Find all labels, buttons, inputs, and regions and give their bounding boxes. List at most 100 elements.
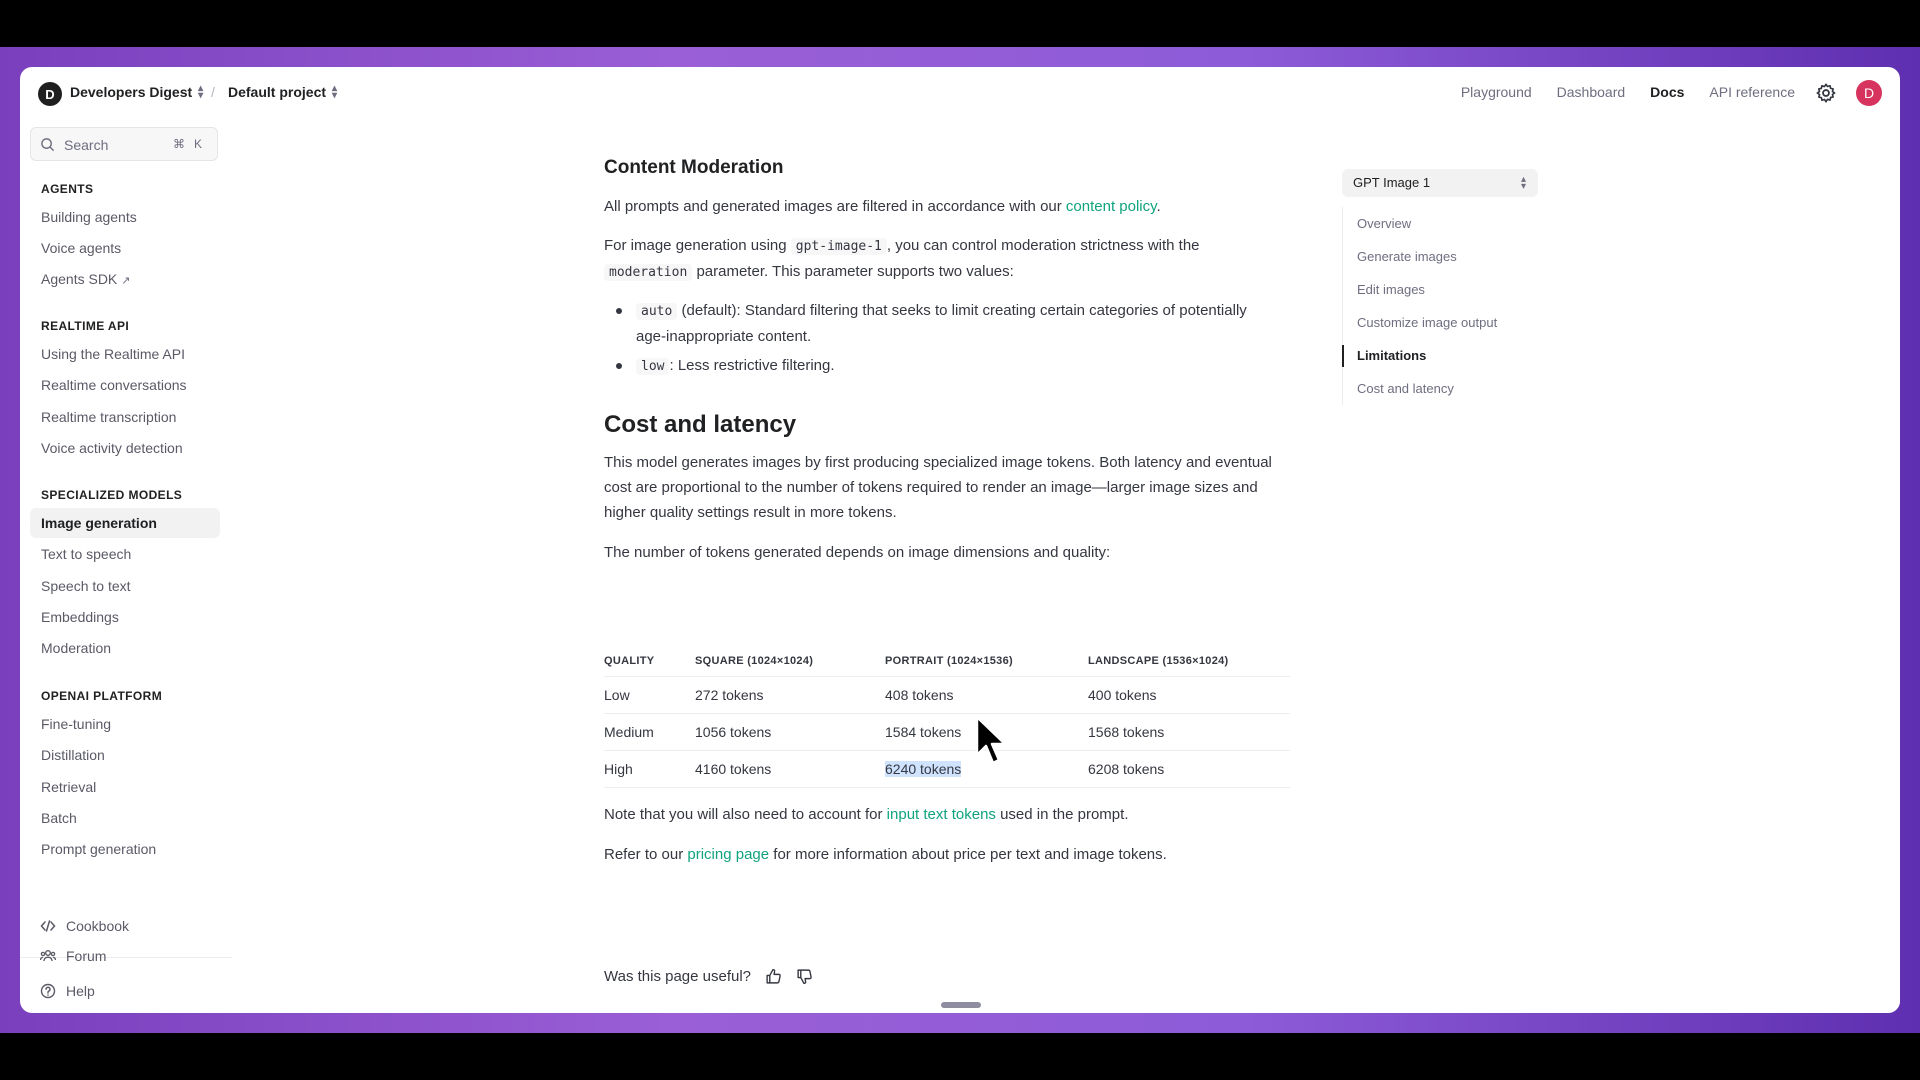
people-icon [40, 950, 56, 962]
toc-item-cost-and-latency[interactable]: Cost and latency [1343, 372, 1543, 405]
text: (default): Standard filtering that seeks… [636, 302, 1247, 345]
nav-playground[interactable]: Playground [1461, 84, 1532, 100]
table-cell: 4160 tokens [695, 750, 885, 788]
sidebar-item-agents-sdk[interactable]: Agents SDK ↗ [30, 264, 220, 294]
model-select[interactable]: GPT Image 1 ▴ ▾ [1342, 169, 1538, 197]
toc-item-edit-images[interactable]: Edit images [1343, 273, 1543, 306]
selected-text[interactable]: 6240 tokens [885, 761, 962, 777]
text: used in the prompt. [995, 806, 1129, 823]
sidebar-item-moderation[interactable]: Moderation [30, 633, 220, 663]
input-text-tokens-link[interactable]: input text tokens [887, 806, 996, 823]
sidebar-item-image-generation[interactable]: Image generation [30, 508, 220, 538]
table-cell: Low [604, 676, 695, 714]
toc-item-customize-image-output[interactable]: Customize image output [1343, 306, 1543, 339]
sidebar-item-distillation[interactable]: Distillation [30, 740, 220, 770]
section-title-openai-platform: OPENAI PLATFORM [41, 689, 163, 703]
scroll-handle[interactable] [941, 1002, 981, 1008]
cost-latency-heading: Cost and latency [604, 411, 797, 438]
footer-label: Help [66, 983, 95, 999]
thumbs-down-icon[interactable] [796, 968, 813, 985]
toc-item-limitations[interactable]: Limitations [1342, 339, 1543, 372]
table-header-row: QUALITY SQUARE (1024×1024) PORTRAIT (102… [604, 646, 1290, 677]
text: parameter. This parameter supports two v… [692, 263, 1014, 280]
code-icon [40, 920, 56, 932]
bullet-dot [616, 363, 622, 369]
project-switcher[interactable]: Default project ▴ ▾ [228, 83, 338, 101]
sidebar-item-label: Prompt generation [41, 841, 157, 857]
sidebar-item-label: Batch [41, 810, 77, 826]
text: for more information about price per tex… [769, 846, 1167, 863]
table-cell: 408 tokens [885, 676, 1088, 714]
table-row: Medium 1056 tokens 1584 tokens 1568 toke… [604, 713, 1290, 751]
gear-icon[interactable] [1815, 82, 1837, 104]
project-name: Default project [228, 84, 327, 100]
footer-label: Forum [66, 948, 107, 964]
search-icon [41, 138, 55, 152]
thumbs-up-icon[interactable] [765, 968, 782, 985]
sidebar-item-batch[interactable]: Batch [30, 803, 220, 833]
sidebar-item-label: Image generation [41, 515, 157, 531]
bullet-dot [616, 308, 622, 314]
sidebar-item-using-realtime-api[interactable]: Using the Realtime API [30, 339, 220, 369]
content-moderation-heading: Content Moderation [604, 157, 784, 178]
sidebar-item-label: Building agents [41, 209, 137, 225]
moderation-paragraph-1: All prompts and generated images are fil… [604, 194, 1284, 219]
nav-api-reference[interactable]: API reference [1709, 84, 1795, 100]
docs-window: D Developers Digest ▴ ▾ / Default project… [20, 67, 1900, 1013]
sidebar-item-voice-agents[interactable]: Voice agents [30, 233, 220, 263]
table-row: High 4160 tokens 6240 tokens 6208 tokens [604, 750, 1290, 788]
nav-docs[interactable]: Docs [1650, 84, 1684, 100]
search-input[interactable]: Search ⌘ K [30, 127, 218, 161]
feedback-question: Was this page useful? [604, 968, 752, 985]
sidebar-item-voice-activity-detection[interactable]: Voice activity detection [30, 433, 220, 463]
text: All prompts and generated images are fil… [604, 198, 1066, 215]
sidebar-item-realtime-transcription[interactable]: Realtime transcription [30, 402, 220, 432]
sidebar-item-building-agents[interactable]: Building agents [30, 202, 220, 232]
refer-paragraph: Refer to our pricing page for more infor… [604, 842, 1284, 867]
sidebar-item-label: Distillation [41, 747, 105, 763]
sidebar-item-prompt-generation[interactable]: Prompt generation [30, 834, 220, 864]
footer-help[interactable]: Help [40, 983, 95, 999]
inline-code: gpt-image-1 [790, 238, 887, 255]
footer-label: Cookbook [66, 918, 130, 934]
sidebar-item-text-to-speech[interactable]: Text to speech [30, 539, 220, 569]
text: Note that you will also need to account … [604, 806, 887, 823]
sidebar-item-label: Speech to text [41, 578, 131, 594]
sidebar-item-embeddings[interactable]: Embeddings [30, 602, 220, 632]
chevron-updown-icon: ▴ ▾ [332, 83, 338, 101]
sidebar-item-speech-to-text[interactable]: Speech to text [30, 571, 220, 601]
sidebar-item-retrieval[interactable]: Retrieval [30, 772, 220, 802]
breadcrumb-separator: / [211, 84, 215, 100]
list-item: auto (default): Standard filtering that … [616, 298, 1276, 349]
user-avatar[interactable]: D [1856, 80, 1882, 106]
pricing-page-link[interactable]: pricing page [687, 846, 769, 863]
sidebar-item-realtime-conversations[interactable]: Realtime conversations [30, 370, 220, 400]
content-policy-link[interactable]: content policy [1066, 198, 1157, 215]
shortcut-cmd: ⌘ [173, 137, 185, 151]
footer-forum[interactable]: Forum [40, 948, 106, 964]
sidebar-item-fine-tuning[interactable]: Fine-tuning [30, 709, 220, 739]
table-cell: 1568 tokens [1088, 713, 1290, 751]
sidebar-item-label: Agents SDK [41, 271, 118, 287]
moderation-paragraph-2: For image generation using gpt-image-1, … [604, 233, 1284, 285]
chevron-updown-icon: ▴ ▾ [198, 83, 204, 101]
toc-item-overview[interactable]: Overview [1343, 207, 1543, 240]
top-bar: D Developers Digest ▴ ▾ / Default project… [20, 67, 1900, 121]
nav-dashboard[interactable]: Dashboard [1557, 84, 1626, 100]
org-switcher[interactable]: Developers Digest ▴ ▾ [70, 83, 204, 101]
section-title-agents: AGENTS [41, 182, 94, 196]
table-cell: High [604, 750, 695, 788]
sidebar-item-label: Using the Realtime API [41, 346, 185, 362]
cost-paragraph-1: This model generates images by first pro… [604, 454, 1272, 521]
sidebar-item-label: Fine-tuning [41, 716, 112, 732]
footer-cookbook[interactable]: Cookbook [40, 918, 129, 934]
column-header: PORTRAIT (1024×1536) [885, 646, 1088, 677]
toc-item-generate-images[interactable]: Generate images [1343, 240, 1543, 273]
org-avatar[interactable]: D [38, 82, 62, 106]
text: . [1156, 198, 1161, 215]
table-cell: 6208 tokens [1088, 750, 1290, 788]
table-cell: 272 tokens [695, 676, 885, 714]
external-link-icon: ↗ [121, 275, 131, 287]
cost-paragraph-2: The number of tokens generated depends o… [604, 544, 1111, 561]
column-header: LANDSCAPE (1536×1024) [1088, 646, 1290, 677]
